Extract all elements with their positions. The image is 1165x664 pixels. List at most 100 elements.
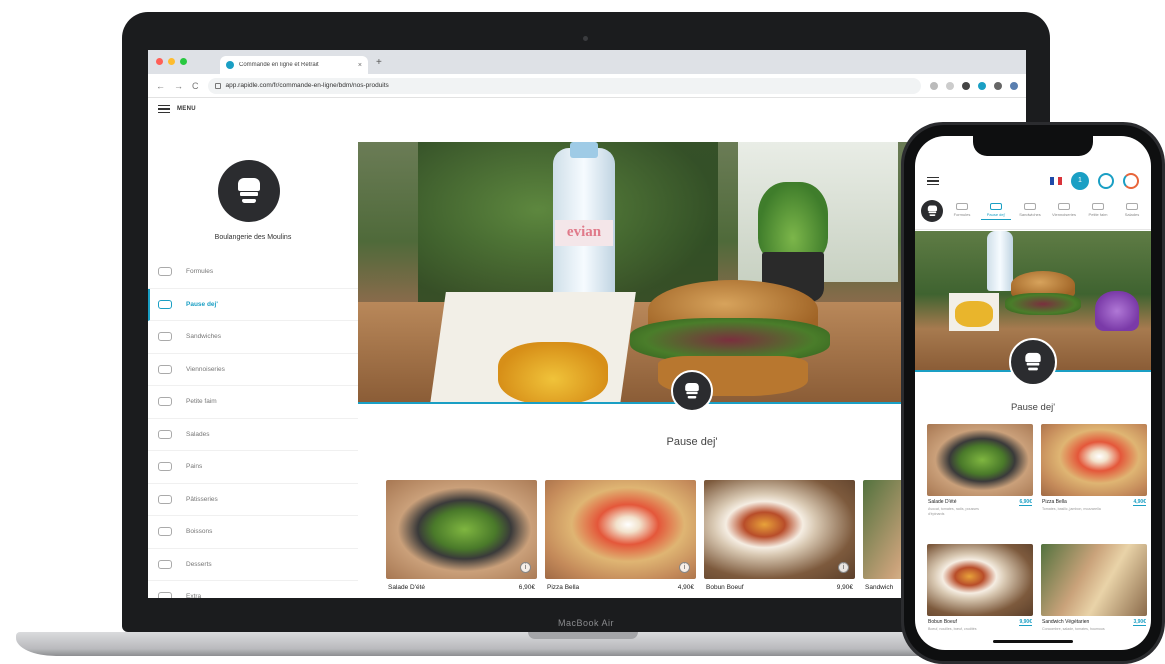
sidebar-item[interactable]: Sandwiches [148, 321, 358, 354]
lock-icon [214, 82, 221, 89]
category-icon [1024, 203, 1036, 210]
sidebar-item[interactable]: Viennoiseries [148, 354, 358, 386]
sidebar-item[interactable]: Petite faim [148, 386, 358, 419]
cake-icon [158, 494, 172, 504]
shop-name: Boulangerie des Moulins [214, 234, 292, 241]
phone-category-tab[interactable]: Petite faim [1083, 200, 1113, 217]
product-name: Sandwich Végétarien [1042, 619, 1090, 625]
browser-toolbar: ← → C app.rapidle.com/fr/commande-en-lig… [148, 74, 1026, 98]
product-price: 9,90€ [836, 584, 853, 591]
phone-category-tab[interactable]: Formules [947, 200, 977, 217]
sidebar-item[interactable]: Salades [148, 419, 358, 451]
dessert-icon [158, 559, 172, 569]
phone-category-tab[interactable]: Sandwiches [1015, 200, 1045, 217]
category-list: Formules Pause dej' Sandwiches Viennoiserie… [148, 256, 358, 598]
loyalty-icon[interactable] [1123, 173, 1139, 189]
sidebar-item-label: Boissons [186, 528, 213, 536]
home-indicator [993, 640, 1073, 643]
sidebar-item[interactable]: Pâtisseries [148, 484, 358, 516]
product-image[interactable] [927, 544, 1033, 616]
phone-product-card[interactable]: Pizza Bella 4,90€ Tomates, basilic, jambon… [1041, 424, 1147, 534]
phone-header-actions: 1 [1050, 172, 1139, 190]
category-icon [1058, 203, 1070, 210]
sidebar-item[interactable]: Pause dej' [148, 288, 358, 321]
forward-button[interactable]: → [174, 81, 183, 91]
extension-icon[interactable] [994, 81, 1002, 90]
formula-icon [158, 267, 172, 277]
product-image[interactable] [386, 480, 537, 579]
product-image[interactable] [1041, 544, 1147, 616]
phone-product-card[interactable]: Sandwich Végétarien 3,90€ Concombre, salad… [1041, 544, 1147, 650]
sidebar-item-label: Petite faim [186, 398, 217, 406]
sidebar-item[interactable]: Extra [148, 581, 358, 598]
maximize-window-button[interactable] [180, 58, 187, 65]
phone-category-tab[interactable]: Pause dej' [981, 200, 1011, 220]
info-icon[interactable]: i [838, 562, 849, 573]
product-name: Pizza Bella [547, 584, 580, 591]
product-image[interactable] [704, 480, 855, 579]
browser-tab-bar: Commande en ligne et Retrait × + [148, 50, 1026, 74]
phone-category-tab[interactable]: Viennoiseries [1049, 200, 1079, 217]
sidebar-item-label: Pains [186, 463, 203, 471]
phone-product-card[interactable]: Salade D'été 6,90€ Avocat, tomates, radis,… [927, 424, 1033, 534]
menu-label[interactable]: MENU [177, 106, 196, 112]
phone-category-title: Pause dej' [1010, 402, 1056, 413]
category-label: Salades [1124, 212, 1140, 217]
sidebar-item-label: Viennoiseries [186, 365, 225, 373]
hamburger-menu-icon[interactable] [158, 104, 170, 114]
product-description: Tomates, basilic, jambon, mozzarella [1042, 507, 1101, 511]
info-icon[interactable]: i [520, 562, 531, 573]
close-window-button[interactable] [156, 58, 163, 65]
product-name: Bobun Boeuf [928, 619, 957, 625]
reload-button[interactable]: C [192, 81, 199, 91]
category-icon [956, 203, 968, 210]
back-button[interactable]: ← [156, 81, 165, 91]
tab-close-icon[interactable]: × [358, 62, 362, 69]
favicon-icon [226, 61, 234, 69]
sidebar-item-label: Pause dej' [186, 300, 218, 308]
product-price: 9,90€ [1019, 619, 1032, 626]
phone-product-card[interactable]: Bobun Boeuf 9,90€ Boeuf, nouilles, bœuf, c… [927, 544, 1033, 650]
product-price: 4,90€ [1133, 499, 1146, 506]
phone-category-tab[interactable]: Salades [1117, 200, 1147, 217]
hamburger-menu-icon[interactable] [927, 176, 939, 186]
url-text: app.rapidle.com/fr/commande-en-ligne/bdm… [225, 82, 389, 89]
snack-icon [158, 397, 172, 407]
address-bar[interactable]: app.rapidle.com/fr/commande-en-ligne/bdm… [207, 77, 921, 94]
sidebar-item[interactable]: Desserts [148, 549, 358, 581]
extension-icon[interactable] [978, 81, 986, 90]
profile-avatar[interactable] [1010, 81, 1018, 90]
product-description: Avocat, tomates, radis, pousses d'épinar… [928, 507, 979, 516]
minimize-window-button[interactable] [168, 58, 175, 65]
product-image[interactable] [545, 480, 696, 579]
product-image[interactable] [1041, 424, 1147, 496]
new-tab-button[interactable]: + [376, 58, 382, 68]
category-icon [1126, 203, 1138, 210]
sidebar-item[interactable]: Formules [148, 256, 358, 289]
laptop-screen: Commande en ligne et Retrait × + ← → C a… [148, 50, 1026, 598]
product-price: 3,90€ [1133, 619, 1146, 626]
product-price: 4,90€ [677, 584, 694, 591]
star-icon[interactable] [946, 81, 954, 90]
product-card[interactable]: i Salade D'été 6,90€ [386, 480, 537, 598]
info-icon[interactable]: i [679, 562, 690, 573]
account-icon[interactable] [1098, 173, 1114, 189]
product-image[interactable] [927, 424, 1033, 496]
sandwich-icon [158, 332, 172, 342]
category-logo [671, 370, 713, 412]
device-mockup-scene: MacBook Air Commande en ligne et Retrait… [0, 0, 1165, 664]
sidebar-item[interactable]: Boissons [148, 516, 358, 549]
product-card[interactable]: i Pizza Bella 4,90€ [545, 480, 696, 598]
shop-logo[interactable] [921, 200, 943, 222]
phone-category-bar: Formules Pause dej' Sandwiches Viennoiserie… [915, 200, 1151, 230]
browser-tab[interactable]: Commande en ligne et Retrait × [220, 56, 368, 74]
bookmark-icon[interactable] [930, 81, 938, 90]
app-header: MENU [148, 98, 1026, 120]
extension-icon[interactable] [962, 81, 970, 90]
product-card[interactable]: i Bobun Boeuf 9,90€ [704, 480, 855, 598]
french-flag-icon[interactable] [1050, 177, 1062, 185]
cart-count-badge[interactable]: 1 [1071, 172, 1089, 190]
sidebar-item-label: Extra [186, 593, 202, 598]
drink-icon [158, 527, 172, 537]
sidebar-item[interactable]: Pains [148, 451, 358, 484]
